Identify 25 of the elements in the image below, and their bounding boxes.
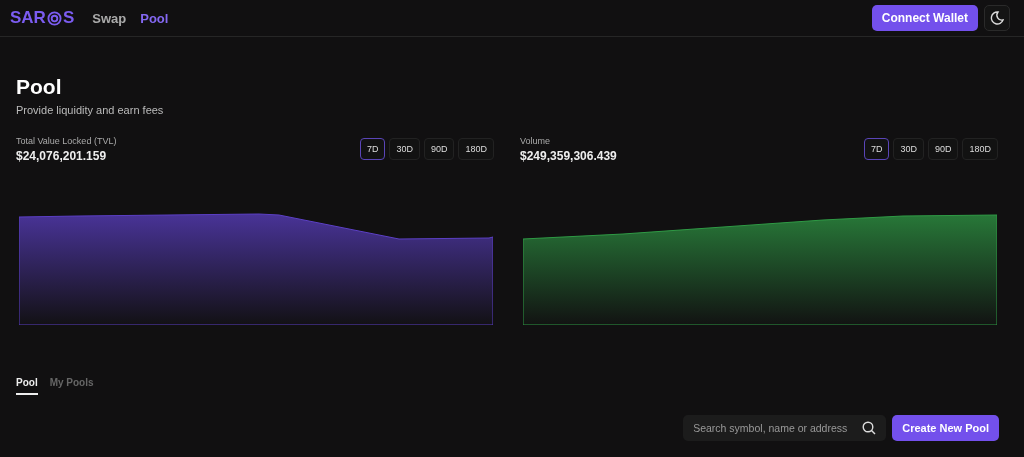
search-field[interactable]: Search symbol, name or address [683, 415, 887, 441]
range-button[interactable]: 90D [423, 138, 455, 160]
nav-link[interactable]: Swap [92, 10, 127, 26]
moon-icon [989, 10, 1005, 26]
range-button[interactable]: 180D [962, 138, 998, 160]
stat-value: $24,076,201.159 [16, 149, 108, 163]
tab[interactable]: Pool [16, 377, 38, 395]
logo-ring-icon [46, 10, 62, 26]
theme-toggle-button[interactable] [984, 5, 1010, 31]
range-button[interactable]: 30D [893, 138, 924, 160]
stat-value: $249,359,306.439 [520, 149, 617, 163]
logo[interactable]: SAR S [10, 8, 75, 28]
page-title: Pool [16, 75, 63, 99]
connect-wallet-button[interactable]: Connect Wallet [871, 5, 978, 31]
stat-label: Volume [520, 136, 552, 146]
range-button[interactable]: 7D [863, 138, 890, 160]
nav-link[interactable]: Pool [140, 10, 169, 26]
stat-label: Total Value Locked (TVL) [16, 136, 117, 146]
range-button[interactable]: 30D [389, 138, 420, 160]
range-button[interactable]: 7D [359, 138, 386, 160]
search-icon [862, 421, 877, 435]
range-button[interactable]: 180D [458, 138, 494, 160]
create-pool-button[interactable]: Create New Pool [892, 415, 999, 441]
range-button[interactable]: 90D [927, 138, 959, 160]
page-subtitle: Provide liquidity and earn fees [16, 104, 165, 116]
